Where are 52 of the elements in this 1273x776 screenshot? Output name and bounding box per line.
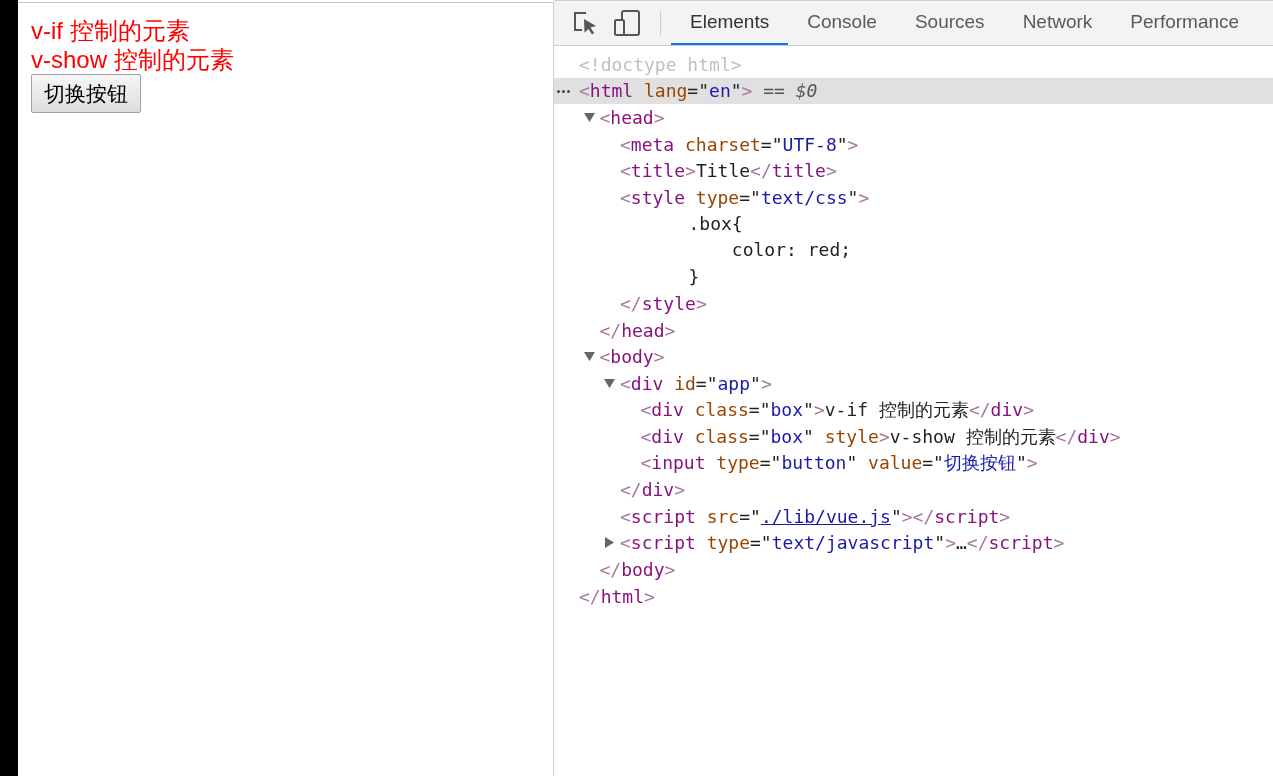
devtools-tab[interactable]: Network [1003,1,1112,45]
tree-row[interactable]: <body> [554,343,1273,371]
toggle-button[interactable]: 切换按钮 [31,74,141,113]
expanded-triangle-icon[interactable] [604,377,615,389]
dom-line: <meta charset="UTF-8"> [620,133,859,155]
tree-row[interactable]: <div class="box" style>v-show 控制的元素</div> [554,423,1273,450]
device-toggle-icon[interactable] [613,9,641,37]
tree-row[interactable]: <meta charset="UTF-8"> [554,130,1273,158]
source-link[interactable]: ./lib/vue.js [760,505,891,527]
expanded-triangle-icon[interactable] [583,112,595,123]
dom-line: <script src="./lib/vue.js"></script> [620,505,1011,527]
tree-row[interactable]: <input type="button" value="切换按钮"> [554,449,1273,477]
dom-line: </html> [579,585,655,607]
tree-row[interactable]: <script src="./lib/vue.js"></script> [554,503,1273,530]
element-text: v-show 控制的元素 [31,45,234,74]
selected-tree-row[interactable]: <html lang="en"> == $0 [554,77,1273,105]
ellipsis-icon[interactable] [557,89,570,93]
devtools-tab[interactable]: Elements [671,1,789,45]
dom-line: </div> [620,479,686,501]
dom-line: <input type="button" value="切换按钮"> [640,451,1038,476]
dom-line: <body> [599,346,665,368]
css-text: .box{ [688,211,743,236]
dom-line: <html lang="en"> == $0 [579,80,818,102]
css-text: } [688,264,700,289]
dom-line: <script type="text/javascript">…</script> [620,532,1065,554]
inspect-cursor-icon[interactable] [572,10,598,36]
collapsed-triangle-icon[interactable] [604,537,615,549]
dom-line: </style> [620,293,707,315]
dom-line: </body> [599,559,676,581]
dom-line: <div id="app"> [620,372,772,394]
tree-row[interactable]: <style type="text/css"> [554,183,1273,211]
dom-line: <head> [599,107,665,128]
dom-line: <title>Title</title> [620,160,837,182]
tree-row[interactable]: } [554,263,1273,291]
tree-row[interactable]: <head> [554,104,1273,131]
dom-line: <div class="box" style>v-show 控制的元素</div> [640,424,1121,449]
element-text: v-if 控制的元素 [31,16,190,45]
tree-row[interactable]: <div id="app"> [554,370,1273,397]
devtools-tab[interactable]: Sources [895,1,1004,45]
devtools-tab[interactable]: Performance [1111,1,1259,45]
devtools-tab[interactable]: Console [788,1,896,45]
tree-row[interactable]: .box{ [554,210,1273,238]
expanded-triangle-icon[interactable] [583,351,595,363]
dom-line: <style type="text/css"> [620,186,870,208]
dom-line: <!doctype html> [579,53,742,75]
dom-line: <div class="box">v-if 控制的元素</div> [640,398,1034,422]
tree-row[interactable]: <title>Title</title> [554,157,1273,184]
tree-row[interactable]: <script type="text/javascript">…</script> [554,529,1273,557]
tree-row[interactable]: color: red; [554,237,1273,264]
css-text: color: red; [730,238,852,263]
dom-line: </head> [599,319,676,341]
tree-row[interactable]: <div class="box">v-if 控制的元素</div> [554,396,1273,424]
